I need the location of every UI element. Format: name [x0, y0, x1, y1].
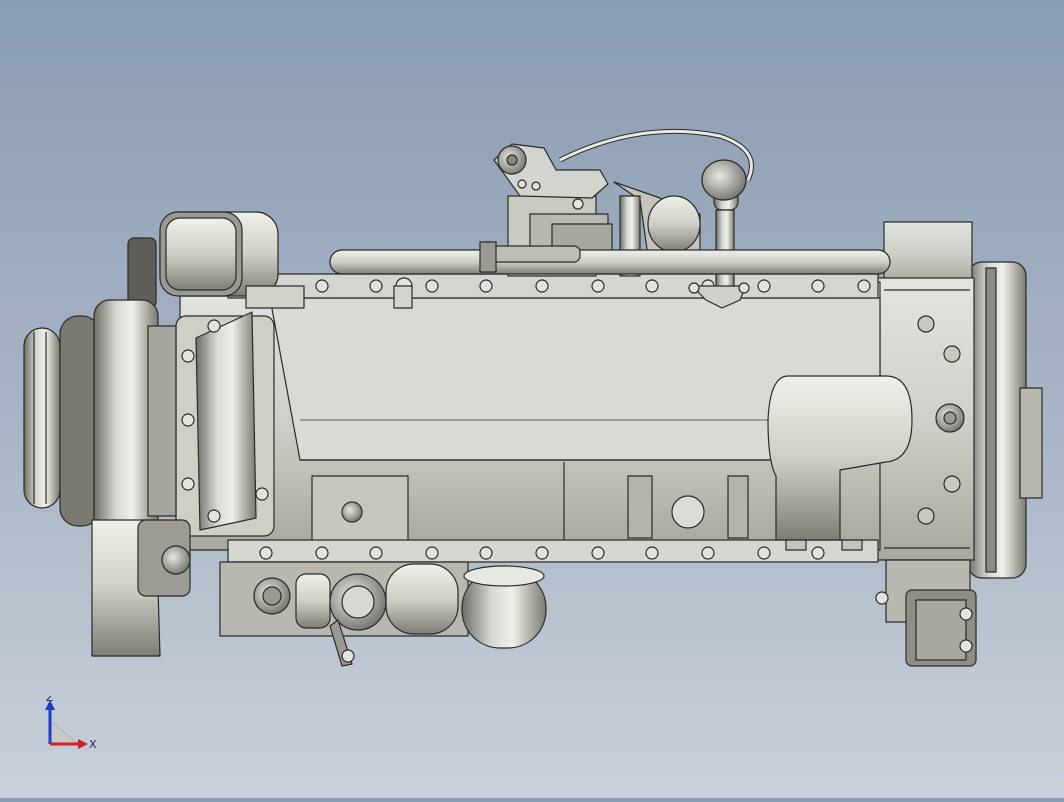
starter-motor: [875, 559, 977, 667]
oil-pump-assembly: [219, 561, 469, 667]
oil-filter: [461, 565, 547, 649]
cad-3d-viewport[interactable]: [0, 0, 1064, 798]
y-axis-plane: [49, 719, 79, 745]
z-axis-label: Z: [46, 696, 54, 704]
engine-model[interactable]: [0, 0, 1064, 798]
x-axis-label: X: [89, 738, 97, 751]
x-axis-head: [78, 739, 88, 749]
timing-cover: [175, 311, 275, 537]
fan-hub: [91, 519, 191, 657]
coordinate-triad: Z X: [45, 696, 97, 751]
crankshaft-pulley: [23, 299, 177, 541]
